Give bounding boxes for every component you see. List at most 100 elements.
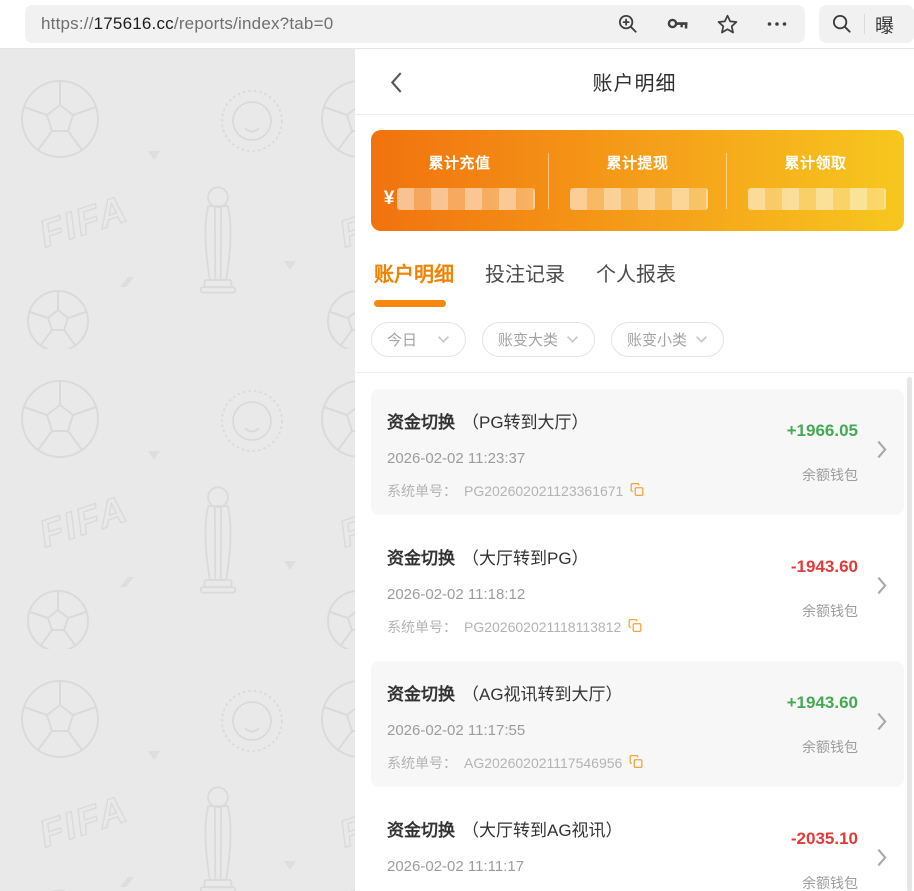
- order-label: 系统单号：: [387, 753, 457, 773]
- chevron-left-icon: [390, 71, 403, 94]
- filter-major-category[interactable]: 账变大类: [482, 322, 595, 357]
- zoom-in-icon[interactable]: [617, 13, 640, 36]
- record-right: -2035.10 余额钱包: [718, 816, 858, 891]
- address-bar-icons: [617, 12, 789, 36]
- address-bar[interactable]: https://175616.cc/reports/index?tab=0: [25, 5, 805, 43]
- order-label: 系统单号：: [387, 617, 457, 637]
- summary-value: [745, 188, 886, 210]
- search-text: 曝: [875, 11, 894, 38]
- record-title: 资金切换 （PG转到大厅）: [387, 408, 718, 433]
- filter-label: 账变大类: [498, 329, 558, 350]
- summary-label: 累计领取: [784, 152, 846, 173]
- record-type: 资金切换: [387, 413, 455, 432]
- record-title: 资金切换 （AG视讯转到大厅）: [387, 680, 718, 705]
- record-type: 资金切换: [387, 821, 455, 840]
- order-row: 系统单号： PG202602021118113812: [387, 617, 718, 637]
- order-number: PG202602021123361671: [464, 483, 623, 499]
- chevron-down-icon: [566, 335, 579, 344]
- more-icon[interactable]: [765, 12, 789, 36]
- filter-label: 今日: [387, 329, 417, 350]
- tabs: 账户明细 投注记录 个人报表: [355, 231, 914, 287]
- record-left: 资金切换（大厅转到PG） 2026-02-02 11:18:12 系统单号： PG…: [387, 544, 718, 651]
- summary-label: 累计提现: [606, 152, 668, 173]
- record-title: 资金切换 （大厅转到AG视讯）: [387, 816, 718, 841]
- record-card[interactable]: 资金切换（大厅转到PG） 2026-02-02 11:18:12 系统单号： PG…: [371, 525, 904, 651]
- search-divider: [864, 14, 865, 34]
- chevron-right-icon[interactable]: [876, 440, 888, 464]
- record-detail: （大厅转到AG视讯）: [462, 821, 623, 840]
- record-right: +1943.60 余额钱包: [718, 680, 858, 787]
- back-button[interactable]: [379, 65, 413, 99]
- wallet-label: 余额钱包: [802, 601, 858, 621]
- record-right: +1966.05 余额钱包: [718, 408, 858, 515]
- star-icon[interactable]: [716, 13, 739, 36]
- record-left: 资金切换 （AG视讯转到大厅） 2026-02-02 11:17:55 系统单号：…: [387, 680, 718, 787]
- masked-value: [570, 188, 708, 210]
- amount: +1966.05: [787, 421, 858, 441]
- panel-header: 账户明细: [355, 49, 914, 115]
- record-time: 2026-02-02 11:17:55: [387, 722, 718, 739]
- currency-prefix: ¥: [384, 188, 395, 210]
- tab-bet-records[interactable]: 投注记录: [485, 258, 565, 287]
- browser-bar: https://175616.cc/reports/index?tab=0: [0, 0, 914, 48]
- record-left: 资金切换 （PG转到大厅） 2026-02-02 11:23:37 系统单号： PG…: [387, 408, 718, 515]
- record-card[interactable]: 资金切换（大厅转到AG视讯） 2026-02-02 11:11:17 系统单号：…: [371, 797, 904, 891]
- order-number: AG202602021117546956: [464, 755, 622, 771]
- record-type: 资金切换: [387, 685, 455, 704]
- masked-value: [748, 188, 886, 210]
- tab-underline: [374, 300, 446, 307]
- summary-item-deposit: 累计充值 ¥: [371, 152, 548, 210]
- order-label: 系统单号：: [387, 481, 457, 501]
- copy-icon[interactable]: [628, 618, 642, 636]
- wallet-label: 余额钱包: [802, 873, 858, 891]
- record-time: 2026-02-02 11:23:37: [387, 450, 718, 467]
- summary-value: ¥: [384, 188, 536, 210]
- search-box[interactable]: 曝: [819, 5, 914, 43]
- amount: -1943.60: [791, 557, 858, 577]
- filter-date[interactable]: 今日: [371, 322, 466, 357]
- order-row: 系统单号： PG202602021123361671: [387, 481, 718, 501]
- page-title: 账户明细: [593, 67, 677, 96]
- chevron-right-icon[interactable]: [876, 712, 888, 736]
- masked-value: [397, 188, 535, 210]
- tab-personal-report[interactable]: 个人报表: [596, 258, 676, 287]
- chevron-right-icon[interactable]: [876, 848, 888, 872]
- url-scheme: https://: [41, 14, 94, 33]
- summary-card: 累计充值 ¥ 累计提现 累计领取: [371, 130, 904, 231]
- chevron-right-icon[interactable]: [876, 576, 888, 600]
- amount: +1943.60: [787, 693, 858, 713]
- order-row: 系统单号： AG202602021117546956: [387, 753, 718, 773]
- filter-label: 账变小类: [627, 329, 687, 350]
- key-icon[interactable]: [666, 12, 690, 36]
- wallet-label: 余额钱包: [802, 465, 858, 485]
- record-time: 2026-02-02 11:18:12: [387, 586, 718, 603]
- order-number: PG202602021118113812: [464, 619, 621, 635]
- fifa-pattern-background: FIFA: [0, 49, 355, 891]
- record-detail: （AG视讯转到大厅）: [462, 685, 623, 704]
- record-card[interactable]: 资金切换 （PG转到大厅） 2026-02-02 11:23:37 系统单号： PG…: [371, 389, 904, 515]
- record-left: 资金切换（大厅转到AG视讯） 2026-02-02 11:11:17 系统单号：: [387, 816, 718, 891]
- filters: 今日 账变大类 账变小类: [371, 322, 914, 357]
- summary-value: [567, 188, 708, 210]
- record-card[interactable]: 资金切换 （AG视讯转到大厅） 2026-02-02 11:17:55 系统单号：…: [371, 661, 904, 787]
- record-time: 2026-02-02 11:11:17: [387, 858, 718, 875]
- page: https://175616.cc/reports/index?tab=0: [0, 0, 914, 891]
- account-detail-panel: 账户明细 累计充值 ¥ 累计提现: [355, 49, 914, 891]
- url-domain: 175616.cc: [94, 14, 174, 33]
- url-text: https://175616.cc/reports/index?tab=0: [41, 14, 333, 34]
- url-path: /reports/index?tab=0: [174, 14, 333, 33]
- chevron-down-icon: [437, 335, 450, 344]
- copy-icon[interactable]: [629, 754, 643, 772]
- filter-minor-category[interactable]: 账变小类: [611, 322, 724, 357]
- records-list: 资金切换 （PG转到大厅） 2026-02-02 11:23:37 系统单号： PG…: [355, 373, 914, 891]
- tab-account-detail[interactable]: 账户明细: [374, 258, 454, 287]
- search-icon: [831, 13, 854, 36]
- summary-item-claim: 累计领取: [727, 152, 904, 210]
- wallet-label: 余额钱包: [802, 737, 858, 757]
- record-title: 资金切换（大厅转到PG）: [387, 544, 718, 569]
- scrollbar[interactable]: [907, 377, 912, 891]
- copy-icon[interactable]: [630, 482, 644, 500]
- record-detail: （PG转到大厅）: [462, 413, 589, 432]
- amount: -2035.10: [791, 829, 858, 849]
- record-right: -1943.60 余额钱包: [718, 544, 858, 651]
